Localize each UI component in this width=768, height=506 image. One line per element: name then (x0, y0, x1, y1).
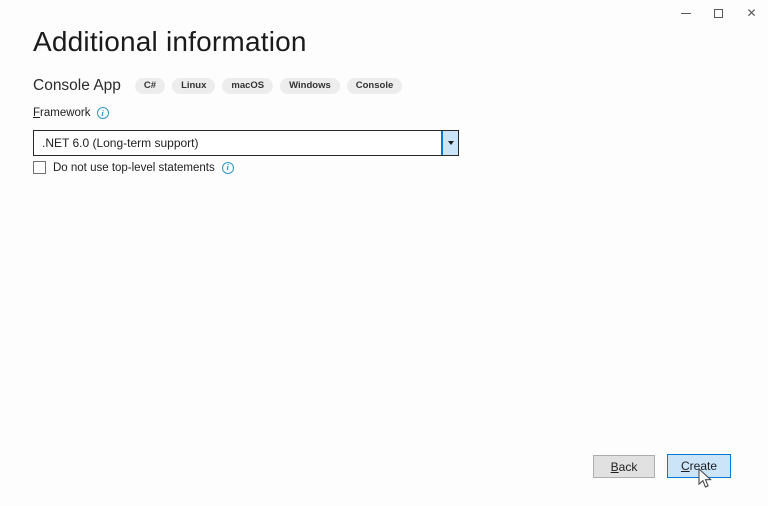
back-button-label: Back (611, 460, 638, 474)
additional-information-dialog: { "window": { "icons": { "close_glyph": … (0, 0, 768, 506)
top-level-statements-label: Do not use top-level statements (53, 162, 215, 174)
tag-linux: Linux (172, 78, 215, 94)
top-level-statements-info-icon[interactable]: i (222, 162, 234, 174)
tag-windows: Windows (280, 78, 340, 94)
framework-label: Framework (33, 107, 91, 119)
chevron-down-icon (448, 141, 454, 145)
close-icon: ✕ (746, 7, 756, 19)
project-tag-list: C# Linux macOS Windows Console (135, 78, 402, 94)
framework-dropdown-value: .NET 6.0 (Long-term support) (42, 131, 436, 155)
page-title: Additional information (33, 26, 307, 58)
tag-csharp: C# (135, 78, 165, 94)
maximize-icon (714, 9, 723, 18)
top-level-statements-row: Do not use top-level statements i (33, 161, 234, 174)
tag-macos: macOS (222, 78, 273, 94)
project-type-name: Console App (33, 77, 121, 95)
back-button[interactable]: Back (593, 455, 655, 478)
project-row: Console App C# Linux macOS Windows Conso… (33, 77, 402, 95)
create-button[interactable]: Create (667, 454, 731, 478)
framework-dropdown[interactable]: .NET 6.0 (Long-term support) (33, 130, 459, 156)
framework-dropdown-arrow-button[interactable] (441, 131, 458, 155)
window-controls: ✕ (669, 0, 768, 26)
framework-info-icon[interactable]: i (97, 107, 109, 119)
framework-label-row: Framework i (33, 107, 109, 119)
top-level-statements-checkbox[interactable] (33, 161, 46, 174)
create-button-label: Create (681, 459, 717, 473)
maximize-button[interactable] (702, 0, 735, 26)
tag-console: Console (347, 78, 402, 94)
minimize-icon (681, 13, 691, 14)
close-button[interactable]: ✕ (735, 0, 768, 26)
minimize-button[interactable] (669, 0, 702, 26)
